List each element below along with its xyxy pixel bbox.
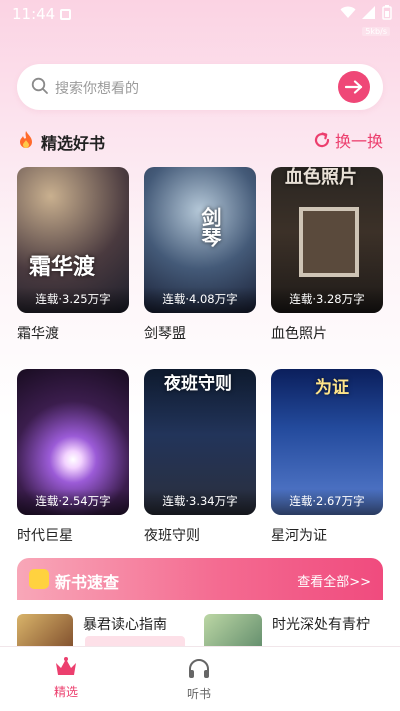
status-icons xyxy=(340,5,392,20)
book-status: 连载·4.08万字 xyxy=(162,292,238,306)
book-title[interactable]: 血色照片 xyxy=(271,323,383,343)
book-title[interactable]: 星河为证 xyxy=(271,525,383,545)
book-card[interactable]: 为证 连载·2.67万字 星河为证 xyxy=(271,369,383,545)
signal-icon xyxy=(362,6,375,19)
book-cover[interactable]: 霜华渡 连载·3.25万字 xyxy=(17,167,129,313)
wifi-icon xyxy=(340,6,356,18)
cover-title: 夜班守则 xyxy=(164,374,232,394)
nav-tab-featured[interactable]: 精选 xyxy=(31,657,101,700)
book-status: 连载·3.28万字 xyxy=(289,292,365,306)
crown-icon xyxy=(56,657,76,675)
status-bar: 11:44 5kb/s xyxy=(0,0,400,36)
notification-icon xyxy=(60,9,71,20)
book-cover[interactable]: 剑琴 连载·4.08万字 xyxy=(144,167,256,313)
new-books-banner: 新书速查 查看全部>> xyxy=(17,558,383,600)
book-title[interactable]: 剑琴盟 xyxy=(144,323,256,343)
book-card[interactable]: 剑琴 连载·4.08万字 剑琴盟 xyxy=(144,167,256,343)
headphones-icon xyxy=(189,659,209,678)
nav-label: 精选 xyxy=(53,685,78,699)
refresh-icon xyxy=(314,132,330,148)
book-title[interactable]: 夜班守则 xyxy=(144,525,256,545)
battery-icon xyxy=(382,5,392,20)
cover-title: 剑琴 xyxy=(198,207,222,247)
book-status: 连载·2.67万字 xyxy=(289,494,365,508)
book-cover[interactable]: 为证 连载·2.67万字 xyxy=(271,369,383,515)
refresh-label: 换一换 xyxy=(334,132,383,151)
book-cover[interactable]: 血色照片 连载·3.28万字 xyxy=(271,167,383,313)
book-card[interactable]: 血色照片 连载·3.28万字 血色照片 xyxy=(271,167,383,343)
book-card[interactable]: 霜华渡 连载·3.25万字 霜华渡 xyxy=(17,167,129,343)
cover-title: 为证 xyxy=(315,378,349,398)
book-title[interactable]: 霜华渡 xyxy=(17,323,129,343)
nav-label: 听书 xyxy=(186,687,211,701)
fire-icon xyxy=(20,131,32,148)
book-cover[interactable]: 夜班守则 连载·3.34万字 xyxy=(144,369,256,515)
view-all-link[interactable]: 查看全部>> xyxy=(297,571,371,590)
network-speed: 5kb/s xyxy=(362,27,390,36)
new-books-title: 新书速查 xyxy=(55,573,120,592)
refresh-button[interactable]: 换一换 xyxy=(313,128,383,152)
cover-title: 霜华渡 xyxy=(29,254,96,280)
book-card[interactable]: 夜班守则 连载·3.34万字 夜班守则 xyxy=(144,369,256,545)
book-status: 连载·2.54万字 xyxy=(35,494,111,508)
nav-tab-audio[interactable]: 听书 xyxy=(164,657,234,702)
book-status: 连载·3.34万字 xyxy=(162,494,238,508)
search-bar[interactable]: 搜索你想看的 xyxy=(17,64,383,110)
book-card[interactable]: 连载·2.54万字 时代巨星 xyxy=(17,369,129,545)
book-status: 连载·3.25万字 xyxy=(35,292,111,306)
search-button[interactable] xyxy=(338,71,370,103)
search-icon xyxy=(31,77,48,94)
cover-photo-frame xyxy=(299,207,359,277)
status-time: 11:44 xyxy=(12,5,56,23)
featured-header: 精选好书 换一换 xyxy=(17,128,383,154)
cover-title: 血色照片 xyxy=(285,167,357,188)
section-title: 精选好书 xyxy=(41,134,106,153)
book-title[interactable]: 时代巨星 xyxy=(17,525,129,545)
search-input[interactable]: 搜索你想看的 xyxy=(55,78,139,98)
book-cover[interactable]: 连载·2.54万字 xyxy=(17,369,129,515)
bottom-nav: 精选 听书 xyxy=(0,646,400,711)
arrow-right-icon xyxy=(345,80,363,94)
new-books-icon xyxy=(29,569,49,589)
